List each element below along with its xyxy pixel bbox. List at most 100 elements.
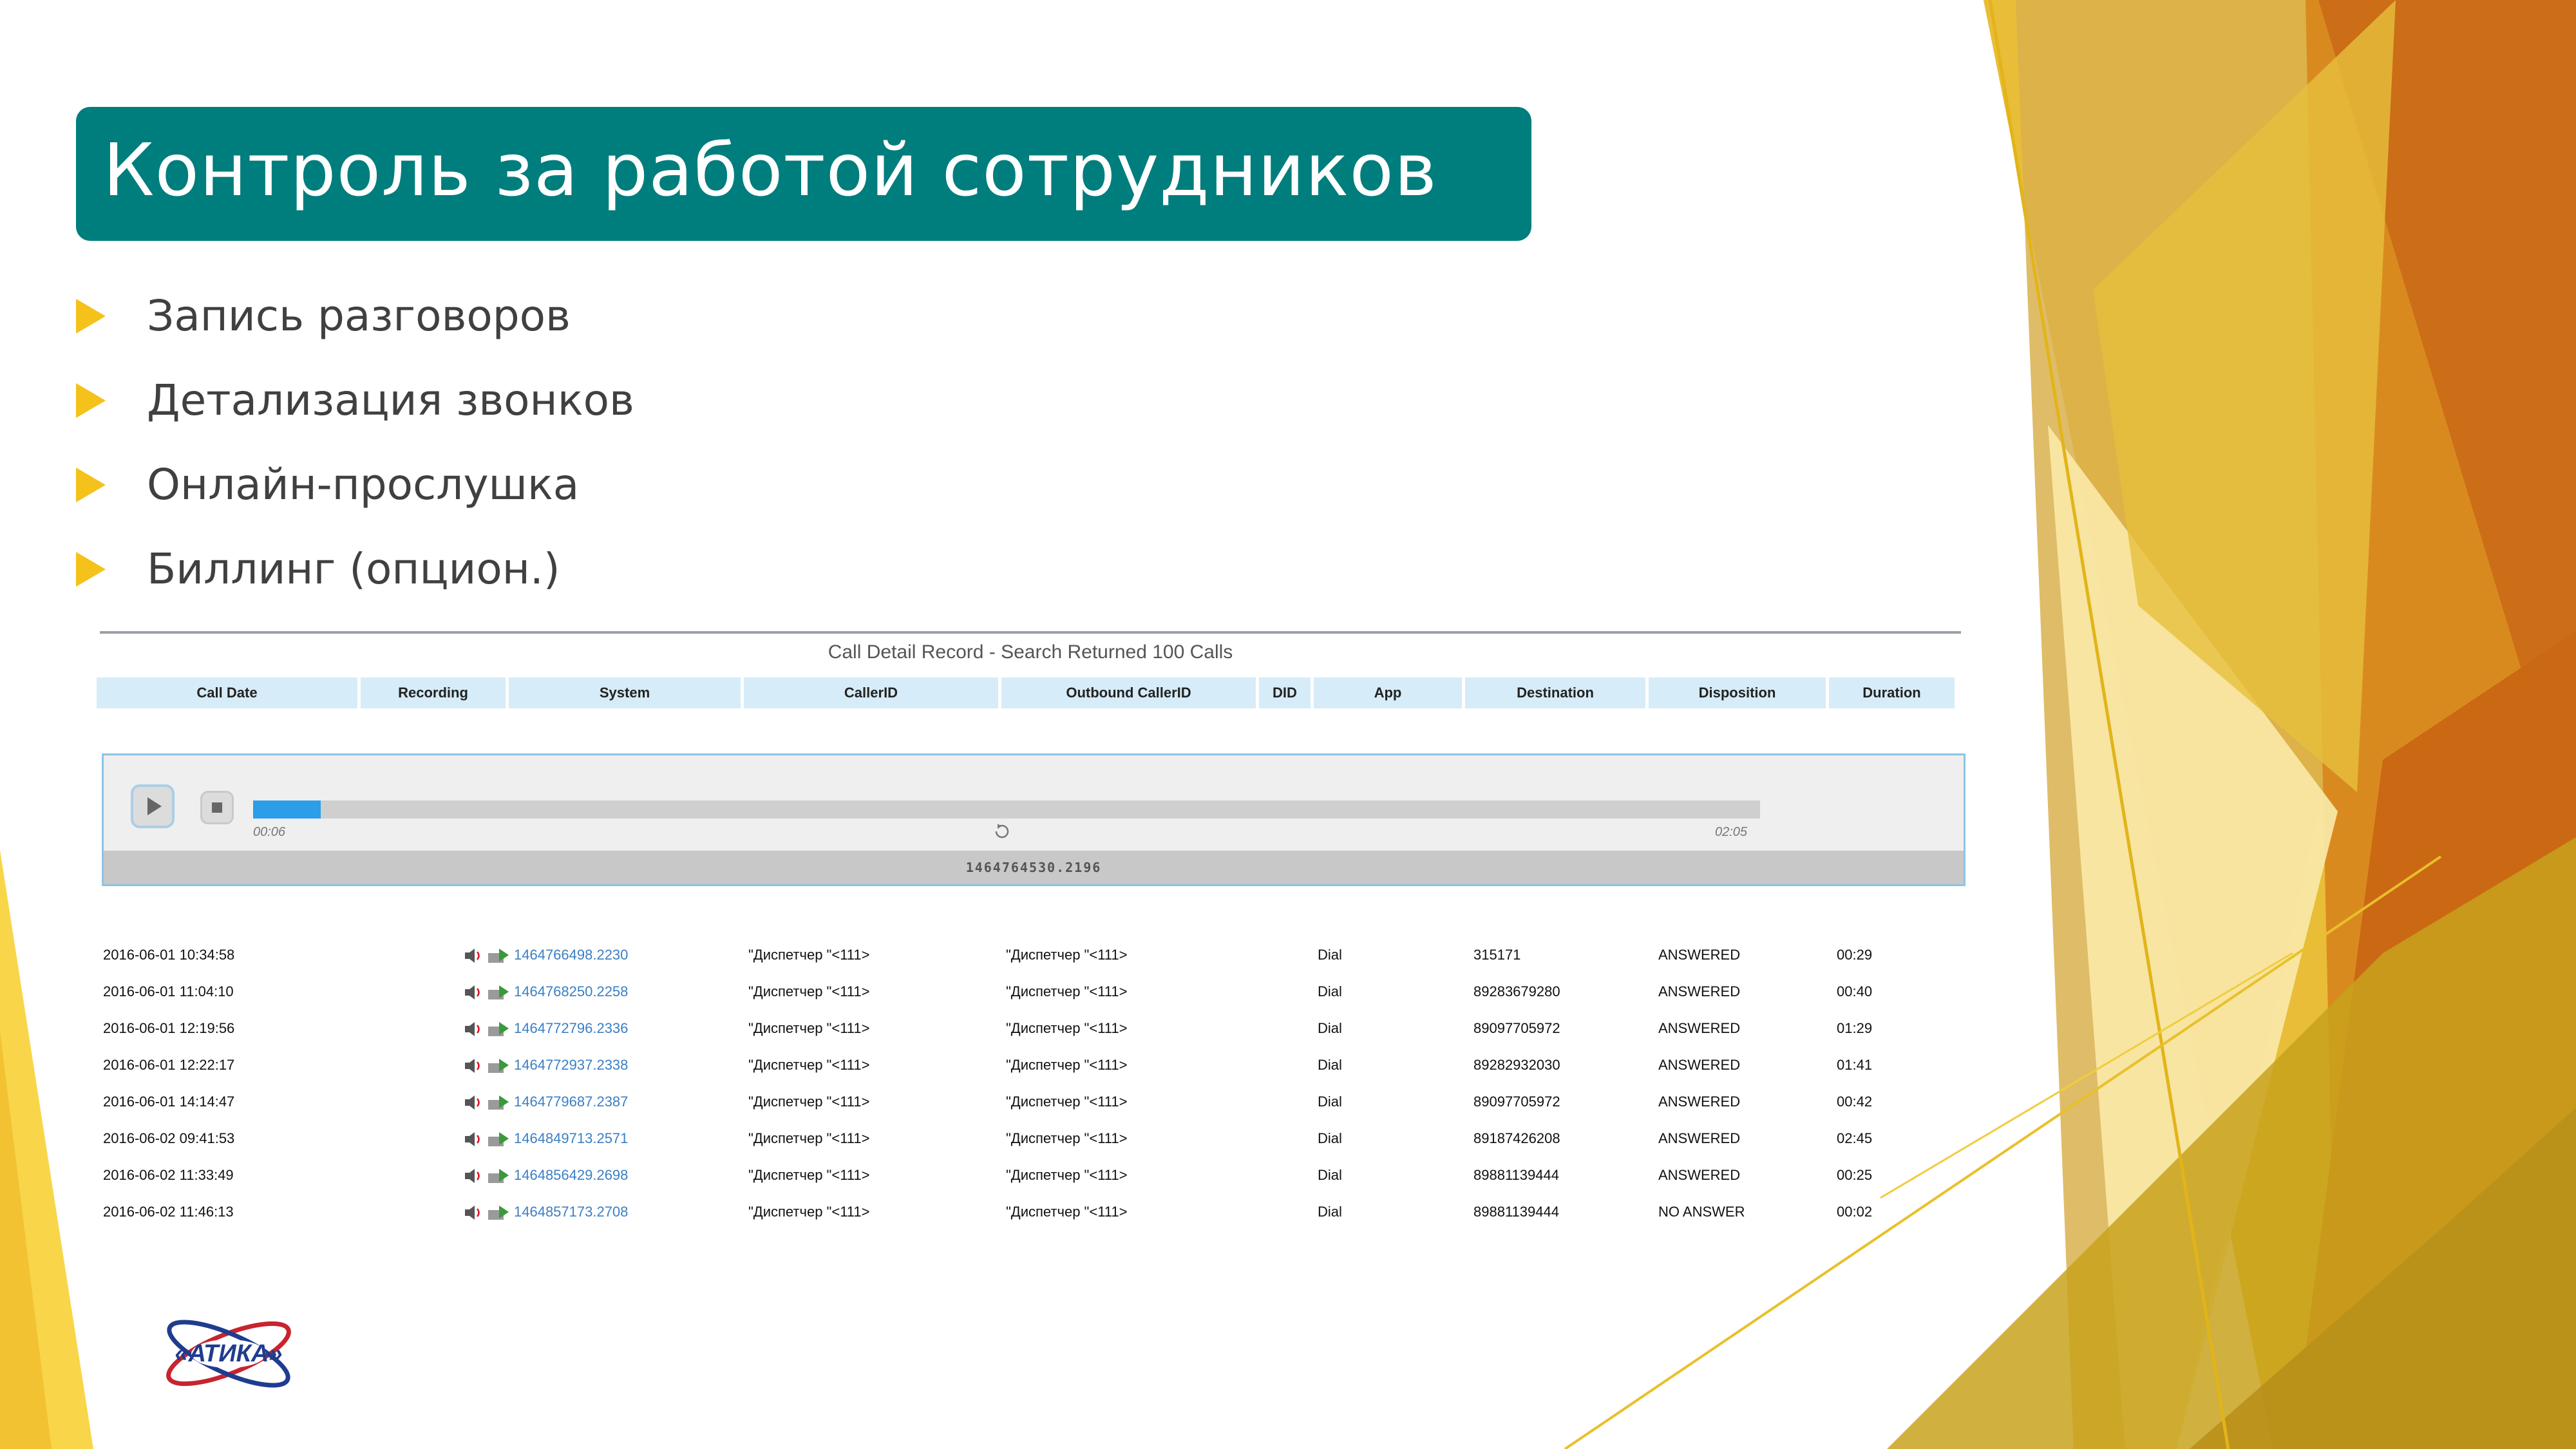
callerid-cell: "Диспетчер "<111> xyxy=(748,1094,870,1110)
column-header-app[interactable]: App xyxy=(1314,677,1464,708)
download-icon[interactable] xyxy=(488,985,509,999)
system-link[interactable]: 1464766498.2230 xyxy=(514,947,628,963)
call-date-cell: 2016-06-01 11:04:10 xyxy=(103,983,234,999)
call-date-cell: 2016-06-01 10:34:58 xyxy=(103,947,235,963)
download-icon[interactable] xyxy=(488,1169,509,1183)
disposition-cell: ANSWERED xyxy=(1658,1130,1741,1146)
app-cell: Dial xyxy=(1318,1020,1342,1036)
outbound-callerid-cell: "Диспетчер "<111> xyxy=(1006,983,1128,999)
download-icon[interactable] xyxy=(488,1022,509,1036)
outbound-callerid-cell: "Диспетчер "<111> xyxy=(1006,1167,1128,1183)
column-header-call-date[interactable]: Call Date xyxy=(97,677,360,708)
callerid-cell: "Диспетчер "<111> xyxy=(748,947,870,963)
system-link[interactable]: 1464857173.2708 xyxy=(514,1204,628,1220)
disposition-cell: NO ANSWER xyxy=(1658,1204,1745,1220)
bullet-arrow-icon xyxy=(76,299,106,334)
speaker-icon[interactable] xyxy=(465,1059,480,1073)
recording-controls[interactable] xyxy=(464,1020,515,1039)
table-row[interactable]: 2016-06-02 11:33:49 1464856429.2698 "Диспе… xyxy=(97,1159,1964,1191)
svg-text:«АТИКА»: «АТИКА» xyxy=(175,1340,282,1367)
callerid-cell: "Диспетчер "<111> xyxy=(748,1204,870,1220)
system-link[interactable]: 1464772937.2338 xyxy=(514,1057,628,1074)
callerid-cell: "Диспетчер "<111> xyxy=(748,1057,870,1073)
destination-cell: 89881139444 xyxy=(1473,1204,1559,1220)
column-header-did[interactable]: DID xyxy=(1259,677,1313,708)
column-header-disposition[interactable]: Disposition xyxy=(1649,677,1828,708)
download-icon[interactable] xyxy=(488,949,509,963)
duration-cell: 00:25 xyxy=(1837,1167,1873,1183)
table-row[interactable]: 2016-06-01 11:04:10 1464768250.2258 "Диспе… xyxy=(97,976,1964,1008)
call-date-cell: 2016-06-02 11:33:49 xyxy=(103,1167,234,1183)
callerid-cell: "Диспетчер "<111> xyxy=(748,983,870,999)
system-link[interactable]: 1464772796.2336 xyxy=(514,1020,628,1037)
audio-player: 00:06 02:05 1464764530.2196 xyxy=(102,753,1965,886)
bullet-arrow-icon xyxy=(76,468,106,502)
slide-title-box: Контроль за работой сотрудников xyxy=(76,107,1531,241)
outbound-callerid-cell: "Диспетчер "<111> xyxy=(1006,1094,1128,1110)
progress-track[interactable] xyxy=(253,800,1760,819)
download-icon[interactable] xyxy=(488,1132,509,1146)
download-icon[interactable] xyxy=(488,1206,509,1220)
download-icon[interactable] xyxy=(488,1095,509,1110)
table-row[interactable]: 2016-06-01 14:14:47 1464779687.2387 "Диспе… xyxy=(97,1086,1964,1118)
disposition-cell: ANSWERED xyxy=(1658,1057,1741,1073)
outbound-callerid-cell: "Диспетчер "<111> xyxy=(1006,947,1128,963)
atika-logo: «АТИКА» xyxy=(166,1320,291,1388)
speaker-icon[interactable] xyxy=(465,1169,480,1183)
column-header-recording[interactable]: Recording xyxy=(361,677,508,708)
app-cell: Dial xyxy=(1318,1057,1342,1073)
speaker-icon[interactable] xyxy=(465,1095,480,1110)
table-row[interactable]: 2016-06-01 12:22:17 1464772937.2338 "Диспе… xyxy=(97,1049,1964,1081)
table-row[interactable]: 2016-06-01 10:34:58 1464766498.2230 "Диспе… xyxy=(97,939,1964,971)
speaker-icon[interactable] xyxy=(465,1206,480,1220)
bullet-text: Онлайн-прослушка xyxy=(147,460,580,509)
duration-cell: 00:29 xyxy=(1837,947,1873,963)
recording-controls[interactable] xyxy=(464,947,515,966)
bullet-arrow-icon xyxy=(76,552,106,587)
speaker-icon[interactable] xyxy=(465,985,480,999)
system-link[interactable]: 1464856429.2698 xyxy=(514,1167,628,1184)
progress-fill xyxy=(253,800,321,819)
column-header-duration[interactable]: Duration xyxy=(1829,677,1957,708)
duration-cell: 01:29 xyxy=(1837,1020,1873,1036)
play-icon[interactable] xyxy=(131,784,175,828)
table-row[interactable]: 2016-06-01 12:19:56 1464772796.2336 "Диспе… xyxy=(97,1012,1964,1045)
speaker-icon[interactable] xyxy=(465,1132,480,1146)
disposition-cell: ANSWERED xyxy=(1658,1094,1741,1110)
current-time: 00:06 xyxy=(253,825,286,839)
speaker-icon[interactable] xyxy=(465,949,480,963)
download-icon[interactable] xyxy=(488,1059,509,1073)
recording-controls[interactable] xyxy=(464,1094,515,1113)
slide-title: Контроль за работой сотрудников xyxy=(103,129,1437,213)
system-link[interactable]: 1464849713.2571 xyxy=(514,1130,628,1147)
app-cell: Dial xyxy=(1318,983,1342,999)
table-row[interactable]: 2016-06-02 09:41:53 1464849713.2571 "Диспе… xyxy=(97,1122,1964,1155)
table-row[interactable]: 2016-06-02 11:46:13 1464857173.2708 "Диспе… xyxy=(97,1196,1964,1228)
column-header-system[interactable]: System xyxy=(509,677,743,708)
destination-cell: 315171 xyxy=(1473,947,1521,963)
duration-cell: 02:45 xyxy=(1837,1130,1873,1146)
system-link[interactable]: 1464779687.2387 xyxy=(514,1094,628,1110)
column-header-outbound-callerid[interactable]: Outbound CallerID xyxy=(1001,677,1258,708)
callerid-cell: "Диспетчер "<111> xyxy=(748,1167,870,1183)
recording-controls[interactable] xyxy=(464,1204,515,1223)
recording-controls[interactable] xyxy=(464,1057,515,1076)
stop-icon[interactable] xyxy=(200,791,234,824)
app-cell: Dial xyxy=(1318,1204,1342,1220)
duration-cell: 00:02 xyxy=(1837,1204,1873,1220)
call-date-cell: 2016-06-01 12:19:56 xyxy=(103,1020,235,1036)
speaker-icon[interactable] xyxy=(465,1022,480,1036)
recording-controls[interactable] xyxy=(464,1167,515,1186)
outbound-callerid-cell: "Диспетчер "<111> xyxy=(1006,1057,1128,1073)
system-link[interactable]: 1464768250.2258 xyxy=(514,983,628,1000)
callerid-cell: "Диспетчер "<111> xyxy=(748,1020,870,1036)
outbound-callerid-cell: "Диспетчер "<111> xyxy=(1006,1020,1128,1036)
column-header-destination[interactable]: Destination xyxy=(1465,677,1648,708)
recording-controls[interactable] xyxy=(464,983,515,1003)
recording-controls[interactable] xyxy=(464,1130,515,1150)
column-header-callerid[interactable]: CallerID xyxy=(744,677,1001,708)
destination-cell: 89282932030 xyxy=(1473,1057,1560,1073)
loop-icon[interactable] xyxy=(992,822,1012,841)
total-time: 02:05 xyxy=(1715,825,1748,839)
bullet-text: Запись разговоров xyxy=(147,291,571,341)
